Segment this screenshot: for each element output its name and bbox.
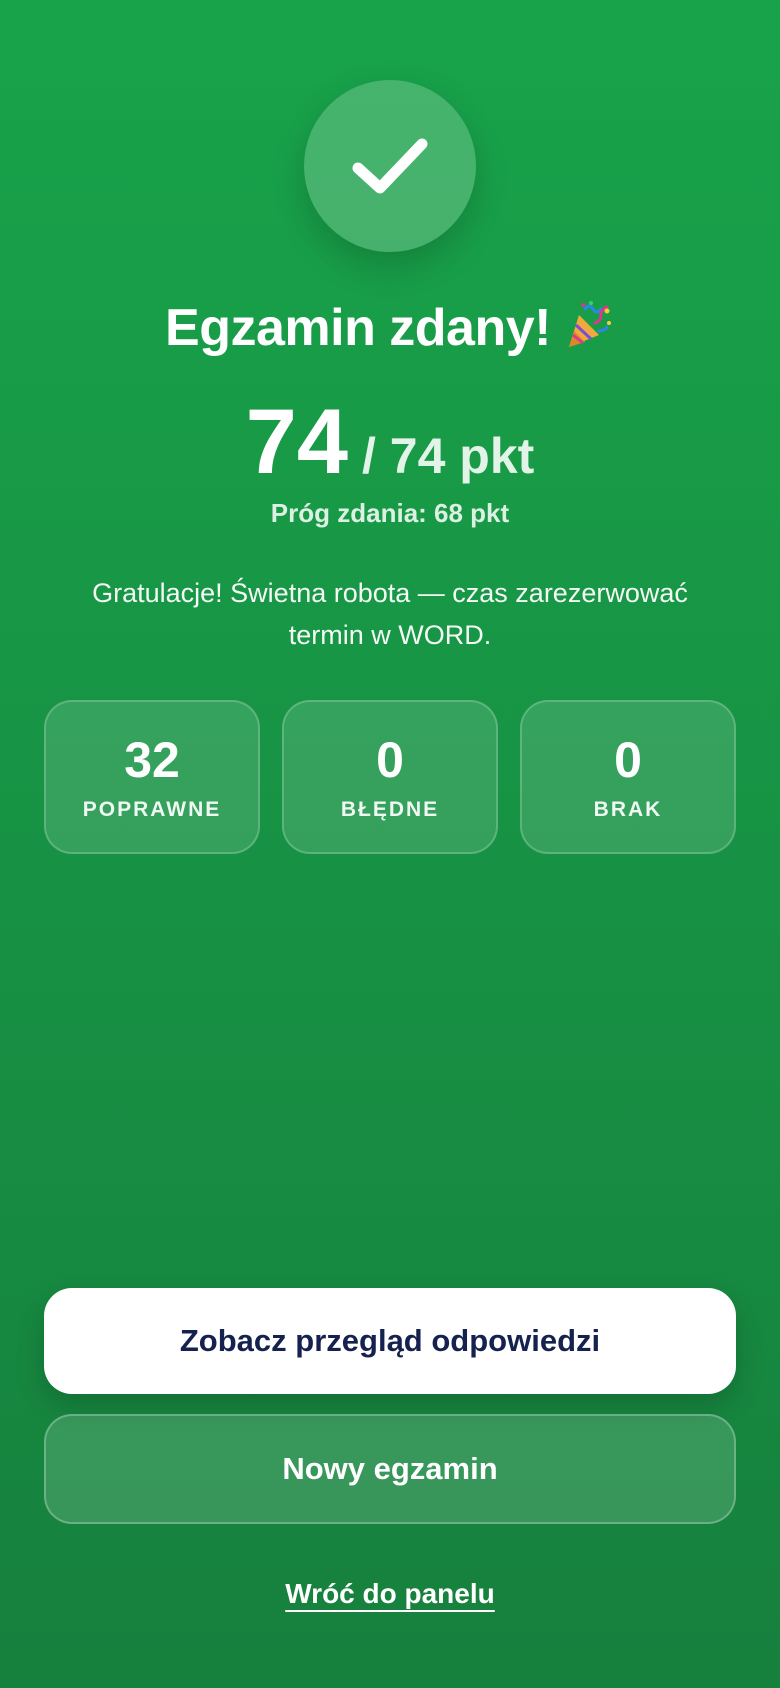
stat-wrong: 0 BŁĘDNE — [282, 700, 498, 854]
stat-value: 0 — [376, 732, 404, 788]
score-total: / 74 pkt — [362, 428, 535, 484]
result-title: Egzamin zdany! — [165, 299, 551, 357]
result-title-row: Egzamin zdany! — [0, 296, 780, 366]
stat-missing: 0 BRAK — [520, 700, 736, 854]
pass-threshold: Próg zdania: 68 pkt — [270, 498, 510, 528]
stat-label: POPRAWNE — [82, 798, 222, 821]
back-to-dashboard-link[interactable]: Wróć do panelu — [285, 1578, 495, 1609]
party-popper-icon — [563, 299, 615, 366]
back-link-container: Wróć do panelu — [0, 1578, 780, 1610]
stat-correct: 32 POPRAWNE — [44, 700, 260, 854]
checkmark-icon — [352, 138, 428, 194]
stats-row: 32 POPRAWNE 0 BŁĘDNE 0 BRAK — [44, 700, 736, 856]
new-exam-button[interactable]: Nowy egzamin — [44, 1414, 736, 1524]
success-badge — [304, 80, 476, 252]
review-answers-button[interactable]: Zobacz przegląd odpowiedzi — [44, 1288, 736, 1394]
exam-result-screen: Egzamin zdany! 74/ 74 pkt Próg zdania: 6… — [0, 0, 780, 1688]
stat-value: 0 — [614, 732, 642, 788]
stat-value: 32 — [124, 732, 180, 788]
score-value: 74 — [245, 391, 349, 493]
congratulations-message: Gratulacje! Świetna robota — czas zareze… — [92, 578, 688, 650]
stat-label: BŁĘDNE — [340, 798, 440, 821]
stat-label: BRAK — [593, 798, 663, 821]
